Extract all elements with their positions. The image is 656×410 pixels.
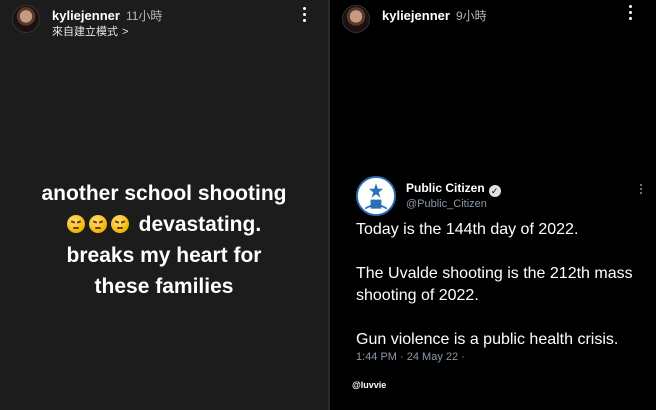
more-options-icon[interactable] <box>628 5 632 21</box>
more-options-icon[interactable] <box>302 7 306 23</box>
persevering-face-emoji-icon <box>110 215 129 233</box>
story-line-2-text: devastating. <box>138 213 262 236</box>
username[interactable]: kyliejenner 11小時 <box>52 7 162 24</box>
chevron-right-icon[interactable]: > <box>122 26 128 38</box>
post-time: 11小時 <box>125 9 163 23</box>
tweet-more-options-icon[interactable] <box>640 184 642 196</box>
tweet-timestamp: 1:44 PM · 24 May 22 · <box>356 351 465 363</box>
tweet-body: Today is the 144th day of 2022. The Uval… <box>356 219 646 373</box>
username-text[interactable]: kyliejenner <box>52 8 120 23</box>
tweet-line: Today is the 144th day of 2022. <box>356 221 579 238</box>
avatar[interactable] <box>342 5 370 33</box>
verified-badge-icon: ✓ <box>488 185 501 197</box>
username[interactable]: kyliejenner 9小時 <box>382 7 487 24</box>
story-line-2: devastating. <box>0 209 328 240</box>
story-header: kyliejenner 9小時 <box>338 5 648 39</box>
story-header: kyliejenner 11小時 來自建立模式 > <box>8 5 320 39</box>
story-text: another school shooting devastating. bre… <box>0 178 328 302</box>
left-story-panel: kyliejenner 11小時 來自建立模式 > another school s… <box>0 0 328 410</box>
create-mode-link[interactable]: 來自建立模式 > <box>52 23 128 39</box>
right-story-panel: kyliejenner 9小時 Public Citizen ✓ @Public_C… <box>330 0 656 410</box>
tweet-author-name-text[interactable]: Public Citizen <box>406 181 485 195</box>
create-mode-label[interactable]: 來自建立模式 <box>52 26 118 38</box>
statue-of-liberty-logo-icon <box>356 176 396 216</box>
tweet-line: Gun violence is a public health crisis. <box>356 331 619 348</box>
story-line-3: breaks my heart for <box>66 244 262 267</box>
persevering-face-emoji-icon <box>88 215 107 233</box>
credit-tag[interactable]: @luvvie <box>352 380 386 390</box>
persevering-face-emoji-icon <box>66 215 85 233</box>
story-line-1: another school shooting <box>41 182 287 205</box>
post-time: 9小時 <box>455 9 487 23</box>
tweet-author-handle[interactable]: @Public_Citizen <box>406 198 487 210</box>
tweet-line: The Uvalde shooting is the 212th mass sh… <box>356 265 633 304</box>
username-text[interactable]: kyliejenner <box>382 8 450 23</box>
story-line-4: these families <box>94 275 234 298</box>
tweet-author-name[interactable]: Public Citizen ✓ <box>406 181 501 197</box>
avatar[interactable] <box>12 5 40 33</box>
